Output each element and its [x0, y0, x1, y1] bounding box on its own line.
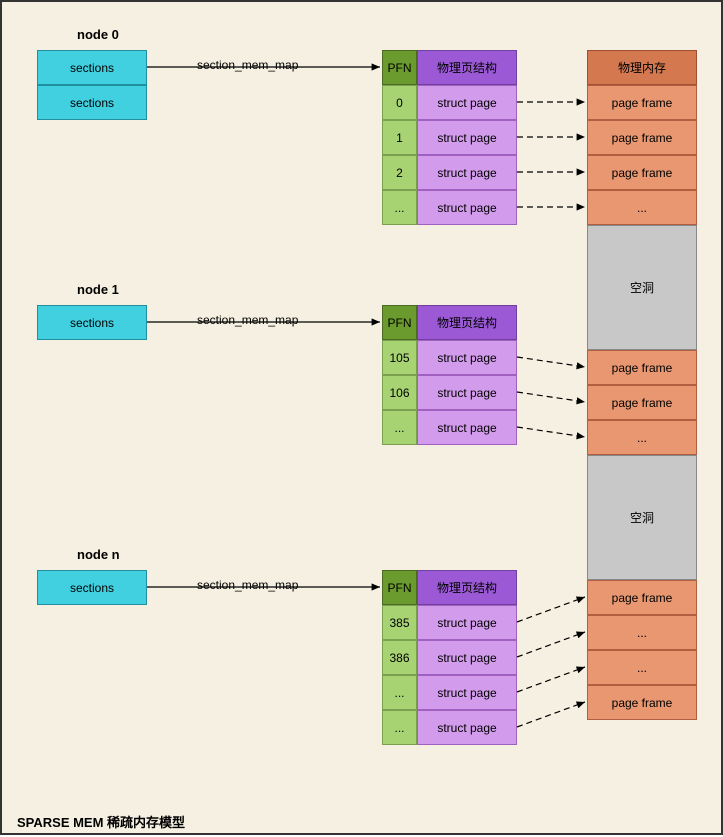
mem-11: ...: [587, 650, 697, 685]
table1-pfn-1: 106: [382, 375, 417, 410]
mem-1: page frame: [587, 120, 697, 155]
table2-struct-2: struct page: [417, 675, 517, 710]
table2-struct-1: struct page: [417, 640, 517, 675]
mem-9: page frame: [587, 580, 697, 615]
table1-struct-1: struct page: [417, 375, 517, 410]
node0-sections-0: sections: [37, 50, 147, 85]
table0-pfn-2: 2: [382, 155, 417, 190]
node0-arrow-label: section_mem_map: [197, 58, 298, 72]
node0-label: node 0: [77, 27, 119, 42]
table2-pfn-1: 386: [382, 640, 417, 675]
table0-pfn-header: PFN: [382, 50, 417, 85]
table2-struct-3: struct page: [417, 710, 517, 745]
mem-5: page frame: [587, 350, 697, 385]
diagram-canvas: node 0 sections sections section_mem_map…: [0, 0, 723, 835]
mem-4-hole: 空洞: [587, 225, 697, 350]
table0-pfn-3: ...: [382, 190, 417, 225]
node0-sections-1: sections: [37, 85, 147, 120]
table2-pfn-3: ...: [382, 710, 417, 745]
table1-struct-0: struct page: [417, 340, 517, 375]
node1-sections-0: sections: [37, 305, 147, 340]
diagram-caption: SPARSE MEM 稀疏内存模型: [17, 812, 185, 831]
table1-struct-header: 物理页结构: [417, 305, 517, 340]
table2-pfn-header: PFN: [382, 570, 417, 605]
table2-struct-header: 物理页结构: [417, 570, 517, 605]
table0-struct-header: 物理页结构: [417, 50, 517, 85]
table1-pfn-0: 105: [382, 340, 417, 375]
table2-struct-0: struct page: [417, 605, 517, 640]
table0-pfn-1: 1: [382, 120, 417, 155]
table0-struct-1: struct page: [417, 120, 517, 155]
mem-header: 物理内存: [587, 50, 697, 85]
table1-pfn-header: PFN: [382, 305, 417, 340]
table0-struct-2: struct page: [417, 155, 517, 190]
mem-6: page frame: [587, 385, 697, 420]
table0-struct-0: struct page: [417, 85, 517, 120]
table1-pfn-2: ...: [382, 410, 417, 445]
table1-struct-2: struct page: [417, 410, 517, 445]
mem-7: ...: [587, 420, 697, 455]
mem-12: page frame: [587, 685, 697, 720]
mem-0: page frame: [587, 85, 697, 120]
table0-pfn-0: 0: [382, 85, 417, 120]
node1-label: node 1: [77, 282, 119, 297]
mem-10: ...: [587, 615, 697, 650]
mem-3: ...: [587, 190, 697, 225]
mem-8-hole: 空洞: [587, 455, 697, 580]
noden-label: node n: [77, 547, 120, 562]
table0-struct-3: struct page: [417, 190, 517, 225]
table2-pfn-0: 385: [382, 605, 417, 640]
node1-arrow-label: section_mem_map: [197, 313, 298, 327]
table2-pfn-2: ...: [382, 675, 417, 710]
noden-arrow-label: section_mem_map: [197, 578, 298, 592]
noden-sections-0: sections: [37, 570, 147, 605]
mem-2: page frame: [587, 155, 697, 190]
